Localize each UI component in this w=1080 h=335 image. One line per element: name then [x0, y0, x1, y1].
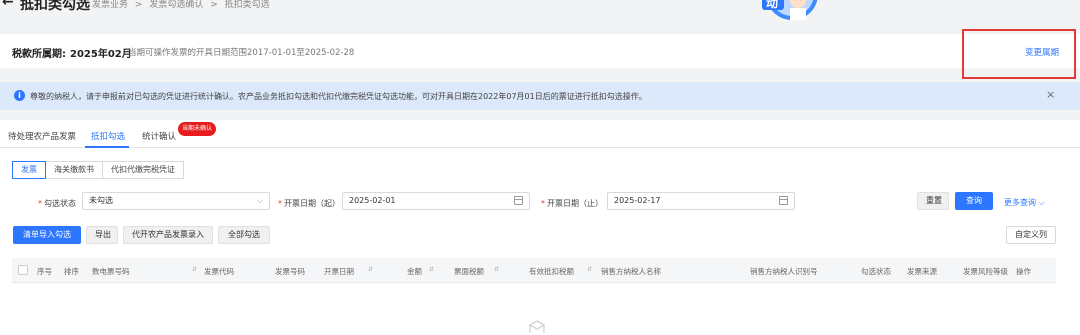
- column-header: 发票风险等级: [963, 267, 1008, 276]
- subtab-withholding-certificate[interactable]: 代扣代缴完税凭证: [102, 161, 184, 179]
- tax-period-value: 2025年02月: [70, 49, 132, 60]
- date-to-label: * 开票日期（止）: [541, 199, 603, 208]
- column-header: 数电票号码: [92, 267, 130, 276]
- more-query-link[interactable]: 更多查询 ⌵: [1004, 197, 1045, 208]
- import-select-button[interactable]: 清单导入勾选: [13, 226, 81, 244]
- status-badge: 当期未确认: [178, 122, 216, 136]
- selection-status-select[interactable]: 未勾选 ⌵: [82, 192, 270, 210]
- date-to-input[interactable]: 2025-02-17: [607, 192, 795, 210]
- select-all-checkbox[interactable]: [18, 265, 28, 275]
- active-tab-indicator: [85, 146, 129, 148]
- select-all-button[interactable]: 全部勾选: [218, 226, 270, 244]
- date-from-value: 2025-02-01: [349, 196, 396, 205]
- column-header: 操作: [1016, 267, 1031, 276]
- empty-box-icon: [528, 320, 546, 333]
- column-header[interactable]: 排序: [64, 266, 79, 277]
- tab-statistics-confirm[interactable]: 统计确认: [142, 130, 176, 142]
- export-button[interactable]: 导出: [86, 226, 118, 244]
- breadcrumb: 发票业务 > 发票勾选确认 > 抵扣类勾选: [92, 0, 274, 10]
- tax-period-range: 当期可操作发票的开具日期范围2017-01-01至2025-02-28: [128, 48, 355, 58]
- column-header: 销售方纳税人名称: [601, 267, 661, 276]
- calendar-icon: [779, 196, 788, 205]
- mascot-icon: 动: [762, 0, 818, 20]
- column-header: 发票代码: [204, 267, 234, 276]
- close-icon[interactable]: ×: [1046, 88, 1055, 101]
- reset-button[interactable]: 重置: [917, 192, 949, 210]
- date-from-label: * 开票日期（起）: [278, 199, 340, 208]
- breadcrumb-item[interactable]: 发票勾选确认: [149, 0, 203, 10]
- main-panel: 待处理农产品发票 抵扣勾选 统计确认 当期未确认 发票 海关缴款书 代扣代缴完税…: [0, 120, 1080, 335]
- selection-status-value: 未勾选: [89, 196, 113, 205]
- info-icon: i: [14, 90, 25, 101]
- sort-icon[interactable]: ⇵: [192, 266, 197, 273]
- date-from-input[interactable]: 2025-02-01: [342, 192, 530, 210]
- sort-icon[interactable]: ⇵: [368, 266, 373, 273]
- invoice-type-switch: 发票 海关缴款书 代扣代缴完税凭证: [12, 161, 184, 179]
- subtab-invoice[interactable]: 发票: [12, 161, 46, 179]
- query-button[interactable]: 查询: [955, 192, 993, 210]
- table-header: 序号 排序 数电票号码 ⇵ 发票代码 发票号码 开票日期 ⇵ 金额 ⇵ 票面税额…: [12, 258, 1056, 283]
- tab-pending-agri-invoices[interactable]: 待处理农产品发票: [8, 130, 76, 142]
- column-header: 票面税额: [454, 267, 484, 276]
- breadcrumb-current: 抵扣类勾选: [224, 0, 270, 10]
- sort-icon[interactable]: ⇵: [429, 266, 434, 273]
- subtab-customs-payment[interactable]: 海关缴款书: [45, 161, 103, 179]
- svg-text:动: 动: [766, 0, 778, 10]
- highlight-box: [962, 29, 1076, 79]
- tab-bar: 待处理农产品发票 抵扣勾选 统计确认 当期未确认: [0, 120, 1080, 148]
- column-header: 序号: [37, 267, 52, 276]
- top-bar: ← 抵扣类勾选 发票业务 > 发票勾选确认 > 抵扣类勾选: [0, 0, 1080, 16]
- column-header: 勾选状态: [861, 267, 891, 276]
- column-header: 销售方纳税人识别号: [750, 267, 818, 276]
- sort-icon[interactable]: ⇵: [587, 266, 592, 273]
- sort-icon[interactable]: ⇵: [494, 266, 499, 273]
- column-header: 发票来源: [907, 267, 937, 276]
- agri-invoice-entry-button[interactable]: 代开农产品发票录入: [123, 226, 213, 244]
- column-header: 金额: [407, 267, 422, 276]
- date-to-value: 2025-02-17: [614, 196, 661, 205]
- breadcrumb-separator: >: [134, 0, 143, 10]
- column-header: 发票号码: [275, 267, 305, 276]
- back-arrow-icon[interactable]: ←: [2, 0, 14, 10]
- tab-deduction-selection[interactable]: 抵扣勾选: [91, 130, 125, 142]
- notice-text: 尊敬的纳税人，请于申报前对已勾选的凭证进行统计确认。农产品业务抵扣勾选和代扣代缴…: [30, 92, 647, 101]
- tax-period-label: 税款所属期:: [12, 49, 66, 60]
- custom-columns-button[interactable]: 自定义列: [1006, 226, 1056, 244]
- breadcrumb-separator: >: [210, 0, 218, 10]
- notice-banner: i 尊敬的纳税人，请于申报前对已勾选的凭证进行统计确认。农产品业务抵扣勾选和代扣…: [0, 82, 1080, 110]
- selection-status-label: * 勾选状态: [38, 199, 76, 208]
- page-title: 抵扣类勾选: [20, 0, 90, 13]
- column-header: 有效抵扣税额: [529, 267, 574, 276]
- calendar-icon: [514, 196, 523, 205]
- column-header: 开票日期: [324, 267, 354, 276]
- breadcrumb-item[interactable]: 发票业务: [92, 0, 128, 10]
- chevron-down-icon: ⌵: [256, 196, 263, 205]
- tax-period-bar: 税款所属期: 2025年02月 当期可操作发票的开具日期范围2017-01-01…: [0, 34, 1080, 68]
